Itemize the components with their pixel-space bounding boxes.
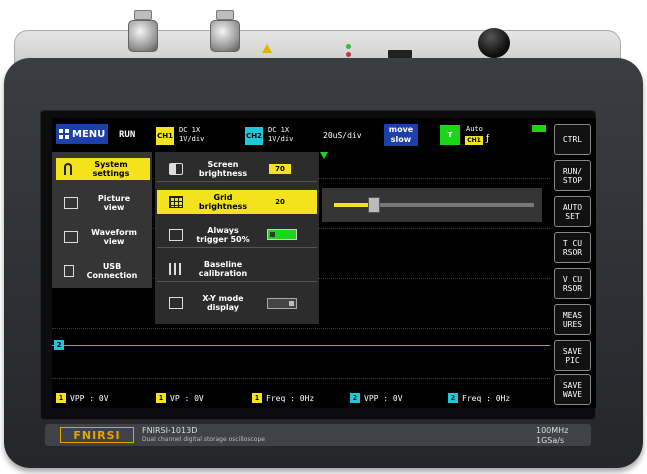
- brightness-icon: [169, 162, 183, 175]
- screen-brightness-value: 70: [269, 163, 291, 174]
- ch1-settings[interactable]: DC 1X 1V/div: [179, 126, 204, 144]
- trigger-source[interactable]: CH1: [465, 136, 483, 145]
- setting-always-trigger[interactable]: Always trigger 50%: [157, 222, 317, 248]
- scope-screen[interactable]: MENU RUN CH1 DC 1X 1V/div CH2 DC 1X 1V/d…: [52, 118, 550, 408]
- grid-icon: [169, 196, 183, 208]
- ch2-bnc-connector: [210, 10, 240, 52]
- setting-screen-brightness[interactable]: Screen brightness 70: [157, 156, 317, 182]
- wrench-icon: [64, 163, 72, 175]
- waveform-icon: [64, 231, 78, 243]
- measures-button[interactable]: MEAS URES: [554, 304, 591, 335]
- trigger-mode[interactable]: Auto: [466, 125, 483, 133]
- menu-item-usb-connection[interactable]: USB Connection: [56, 260, 150, 282]
- menu-label: MENU: [72, 128, 106, 140]
- setting-grid-brightness[interactable]: Grid brightness 20: [157, 190, 317, 214]
- measurement-ch1-freq: 1 Freq : 0Hz: [252, 392, 314, 404]
- model-subtitle: Dual channel digital storage oscilloscop…: [142, 436, 265, 443]
- usb-port: [388, 50, 412, 58]
- grid-brightness-value: 20: [269, 197, 291, 207]
- slider-track[interactable]: [334, 197, 534, 213]
- measurement-ch2-vpp: 2 VPP : 0V: [350, 392, 403, 404]
- grid-brightness-slider-panel: [322, 188, 542, 222]
- run-status: RUN: [119, 130, 136, 140]
- xy-mode-toggle[interactable]: [267, 297, 297, 309]
- warning-icon: [262, 44, 272, 53]
- sliders-icon: [169, 262, 183, 275]
- menu-item-waveform-view[interactable]: Waveform view: [56, 226, 150, 248]
- time-cursor-button[interactable]: T CU RSOR: [554, 232, 591, 263]
- menu-item-system-settings[interactable]: System settings: [56, 158, 150, 180]
- run-stop-button[interactable]: RUN/STOP: [554, 160, 591, 191]
- sample-rate-label: 1GSa/s: [536, 436, 565, 445]
- picture-icon: [64, 197, 78, 209]
- usb-icon: [64, 265, 74, 277]
- ch1-badge[interactable]: CH1: [156, 127, 174, 145]
- menu-button[interactable]: MENU: [56, 124, 108, 144]
- brand-logo: FNIRSI: [60, 427, 134, 443]
- charge-led: [346, 52, 351, 57]
- ch2-settings[interactable]: DC 1X 1V/div: [268, 126, 293, 144]
- ch2-trace-marker[interactable]: 2: [54, 340, 64, 350]
- model-name: FNIRSI-1013D: [142, 426, 198, 435]
- bandwidth-label: 100MHz: [536, 426, 569, 435]
- menu-grid-icon: [59, 129, 69, 139]
- measurement-ch2-freq: 2 Freq : 0Hz: [448, 392, 510, 404]
- setting-baseline-calibration[interactable]: Baseline calibration: [157, 256, 317, 282]
- save-pic-button[interactable]: SAVE PIC: [554, 340, 591, 371]
- auto-set-button[interactable]: AUTO SET: [554, 196, 591, 227]
- ch1-bnc-connector: [128, 10, 158, 52]
- menu-item-picture-view[interactable]: Picture view: [56, 192, 150, 214]
- ch2-badge[interactable]: CH2: [245, 127, 263, 145]
- main-menu-panel: System settings Picture view Waveform view …: [52, 152, 152, 288]
- ctrl-button[interactable]: CTRL: [554, 124, 591, 155]
- power-knob[interactable]: [478, 28, 510, 58]
- xy-icon: [169, 297, 183, 309]
- trigger-edge-icon: ƒ: [486, 134, 490, 144]
- measurement-ch1-vp: 1 VP : 0V: [156, 392, 204, 404]
- trigger-position-marker[interactable]: [320, 152, 328, 159]
- battery-icon: [532, 125, 546, 132]
- power-led: [346, 44, 351, 49]
- setting-xy-mode[interactable]: X-Y mode display: [157, 290, 317, 316]
- timebase-readout[interactable]: 20uS/div: [323, 131, 362, 140]
- move-mode-button[interactable]: move slow: [384, 124, 418, 146]
- ch2-trace: [52, 345, 550, 346]
- settings-menu-panel: Screen brightness 70 Grid brightness 20 Al…: [155, 152, 319, 324]
- always-trigger-toggle[interactable]: [267, 229, 297, 240]
- voltage-cursor-button[interactable]: V CU RSOR: [554, 268, 591, 299]
- trigger-icon: [169, 228, 183, 241]
- side-button-bar: CTRL RUN/STOP AUTO SET T CU RSOR V CU RSOR …: [550, 118, 596, 408]
- measurement-ch1-vpp: 1 VPP : 0V: [56, 392, 109, 404]
- trigger-badge[interactable]: T: [440, 125, 460, 145]
- slider-thumb[interactable]: [368, 197, 380, 213]
- save-wave-button[interactable]: SAVE WAVE: [554, 374, 591, 405]
